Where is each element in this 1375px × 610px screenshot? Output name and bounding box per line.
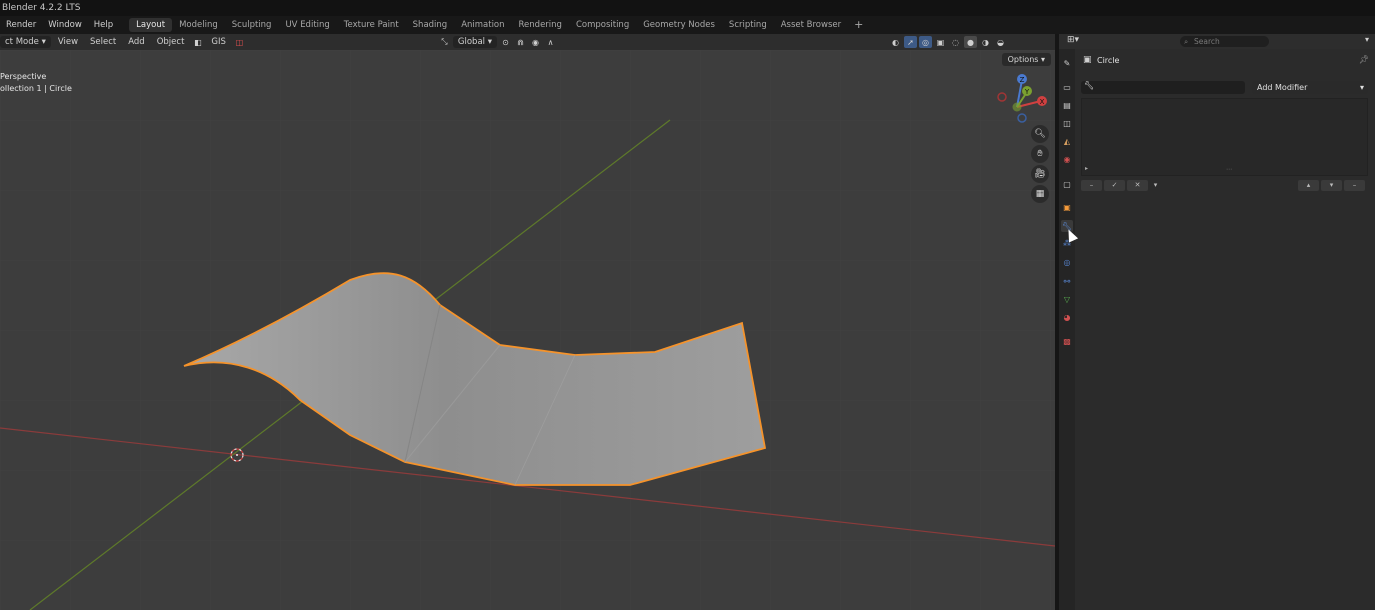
editor-type-icon[interactable]: ⊞▾ bbox=[1067, 35, 1079, 45]
add-modifier-button[interactable]: Add Modifier ▾ bbox=[1252, 81, 1368, 94]
constraints-icon[interactable]: ⚯ bbox=[1061, 275, 1073, 287]
search-icon: ⌕ bbox=[1184, 37, 1189, 46]
tab-shading[interactable]: Shading bbox=[406, 18, 455, 32]
properties-tabs: ✎ ▭ ▤ ◫ ◭ ◉ ▢ ▣ 🔧︎ ⁂ ◎ ⚯ ▽ ◕ ▩ bbox=[1059, 49, 1075, 610]
modifier-list[interactable]: ▸ ⋯ bbox=[1081, 98, 1368, 176]
tab-animation[interactable]: Animation bbox=[454, 18, 511, 32]
gizmo-neg-y bbox=[1012, 102, 1022, 112]
window-title: Blender 4.2.2 LTS bbox=[0, 0, 1375, 16]
tool-icon[interactable]: ✎ bbox=[1061, 57, 1073, 69]
data-icon[interactable]: ▽ bbox=[1061, 293, 1073, 305]
modifier-search-field[interactable]: 🔧︎ bbox=[1081, 81, 1245, 94]
render-icon[interactable]: ▭ bbox=[1061, 81, 1073, 93]
gizmo-z-label: Z bbox=[1020, 76, 1025, 84]
3d-viewport[interactable]: ct Mode ▾ View Select Add Object ◧ GIS ◫… bbox=[0, 34, 1055, 610]
tab-rendering[interactable]: Rendering bbox=[512, 18, 569, 32]
workspace-tabs: Layout Modeling Sculpting UV Editing Tex… bbox=[129, 18, 869, 32]
pin-icon[interactable]: 📌︎ bbox=[1359, 55, 1369, 64]
viewport-header: ct Mode ▾ View Select Add Object ◧ GIS ◫… bbox=[0, 34, 1055, 50]
tab-layout[interactable]: Layout bbox=[129, 18, 173, 32]
gizmo-x-label: X bbox=[1040, 98, 1045, 106]
header-options-icon[interactable]: ▾ bbox=[1365, 35, 1369, 44]
collection-icon[interactable]: ▢ bbox=[1061, 178, 1073, 190]
shading-material-icon[interactable]: ◑ bbox=[979, 36, 992, 48]
viewport-perspective-label: Perspective bbox=[0, 72, 47, 81]
perspective-toggle-icon[interactable]: ▦ bbox=[1031, 185, 1049, 203]
pivot-icon[interactable]: ⊙ bbox=[499, 36, 512, 48]
gizmo-toggle-icon[interactable]: ➚ bbox=[904, 36, 917, 48]
modifier-panel: ▣ Circle 📌︎ 🔧︎ Add Modifier ▾ ▸ ⋯ – ✓ ✕ … bbox=[1075, 49, 1375, 610]
shading-wireframe-icon[interactable]: ◌ bbox=[949, 36, 962, 48]
gis-icon[interactable]: ◫ bbox=[233, 36, 246, 48]
object-mode-icon[interactable]: ◧ bbox=[191, 36, 204, 48]
move-up-button[interactable]: ▴ bbox=[1298, 180, 1319, 191]
camera-view-icon[interactable]: 🎥︎ bbox=[1031, 165, 1049, 183]
transform-orientation-icon: ⤡ bbox=[441, 37, 448, 46]
list-extra-button[interactable]: – bbox=[1344, 180, 1365, 191]
proportional-edit-icon[interactable]: ◉ bbox=[529, 36, 542, 48]
properties-editor: ⊞▾ ⌕ Search ▾ ✎ ▭ ▤ ◫ ◭ ◉ ▢ ▣ 🔧︎ ⁂ ◎ ⚯ ▽… bbox=[1059, 34, 1375, 610]
mode-select[interactable]: ct Mode ▾ bbox=[0, 36, 51, 48]
menu-window[interactable]: Window bbox=[42, 20, 88, 30]
physics-icon[interactable]: ◎ bbox=[1061, 256, 1073, 268]
xray-icon[interactable]: ▣ bbox=[934, 36, 947, 48]
list-more-button[interactable]: ▾ bbox=[1150, 180, 1161, 191]
tab-asset-browser[interactable]: Asset Browser bbox=[774, 18, 848, 32]
shading-rendered-icon[interactable]: ◒ bbox=[994, 36, 1007, 48]
output-icon[interactable]: ▤ bbox=[1061, 99, 1073, 111]
list-action-buttons: – ✓ ✕ ▾ bbox=[1081, 180, 1163, 191]
tab-geometry-nodes[interactable]: Geometry Nodes bbox=[636, 18, 722, 32]
chevron-down-icon: ▾ bbox=[1359, 83, 1364, 92]
object-name-label: Circle bbox=[1097, 56, 1120, 65]
menu-add[interactable]: Add bbox=[123, 36, 149, 48]
viewport-collection-label: ollection 1 | Circle bbox=[0, 84, 72, 93]
zoom-icon[interactable]: 🔍︎ bbox=[1031, 125, 1049, 143]
add-workspace-button[interactable]: + bbox=[848, 18, 869, 32]
world-icon[interactable]: ◉ bbox=[1061, 153, 1073, 165]
transform-orientation-select[interactable]: Global ▾ bbox=[452, 36, 497, 48]
menu-render[interactable]: Render bbox=[0, 20, 42, 30]
tab-modeling[interactable]: Modeling bbox=[172, 18, 225, 32]
gis-menu[interactable]: GIS bbox=[206, 36, 231, 48]
tab-uv-editing[interactable]: UV Editing bbox=[278, 18, 336, 32]
menu-view[interactable]: View bbox=[53, 36, 83, 48]
material-icon[interactable]: ◕ bbox=[1061, 311, 1073, 323]
properties-search-input[interactable]: ⌕ Search bbox=[1180, 36, 1269, 47]
list-apply-button[interactable]: ✓ bbox=[1104, 180, 1125, 191]
object-data-icon: ▣ bbox=[1083, 55, 1092, 65]
menu-select[interactable]: Select bbox=[85, 36, 121, 48]
list-move-buttons: ▴ ▾ – bbox=[1298, 180, 1367, 191]
grid-floor bbox=[0, 50, 1055, 610]
menu-object[interactable]: Object bbox=[152, 36, 190, 48]
snap-icon[interactable]: ⋒ bbox=[514, 36, 527, 48]
scene-icon[interactable]: ◭ bbox=[1061, 135, 1073, 147]
viewport-canvas[interactable]: Z X Y bbox=[0, 50, 1055, 610]
list-delete-button[interactable]: ✕ bbox=[1127, 180, 1148, 191]
tab-scripting[interactable]: Scripting bbox=[722, 18, 774, 32]
list-remove-button[interactable]: – bbox=[1081, 180, 1102, 191]
falloff-icon[interactable]: ∧ bbox=[544, 36, 557, 48]
resize-handle-icon[interactable]: ⋯ bbox=[1226, 166, 1232, 173]
texture-icon[interactable]: ▩ bbox=[1061, 335, 1073, 347]
view-layer-icon[interactable]: ◫ bbox=[1061, 117, 1073, 129]
expand-arrow-icon[interactable]: ▸ bbox=[1085, 165, 1088, 172]
move-down-button[interactable]: ▾ bbox=[1321, 180, 1342, 191]
tab-sculpting[interactable]: Sculpting bbox=[225, 18, 279, 32]
properties-header: ⊞▾ ⌕ Search ▾ bbox=[1059, 34, 1375, 49]
options-button[interactable]: Options ▾ bbox=[1001, 53, 1051, 66]
wrench-icon: 🔧︎ bbox=[1084, 81, 1095, 90]
visibility-icon[interactable]: ◐ bbox=[889, 36, 902, 48]
top-bar: Render Window Help Layout Modeling Sculp… bbox=[0, 16, 1375, 34]
gizmo-y-label: Y bbox=[1024, 88, 1030, 96]
tab-texture-paint[interactable]: Texture Paint bbox=[337, 18, 406, 32]
overlay-toggle-icon[interactable]: ◎ bbox=[919, 36, 932, 48]
menu-help[interactable]: Help bbox=[88, 20, 119, 30]
pan-hand-icon[interactable]: ✋︎ bbox=[1031, 145, 1049, 163]
object-icon[interactable]: ▣ bbox=[1061, 201, 1073, 213]
tab-compositing[interactable]: Compositing bbox=[569, 18, 636, 32]
shading-solid-icon[interactable]: ● bbox=[964, 36, 977, 48]
